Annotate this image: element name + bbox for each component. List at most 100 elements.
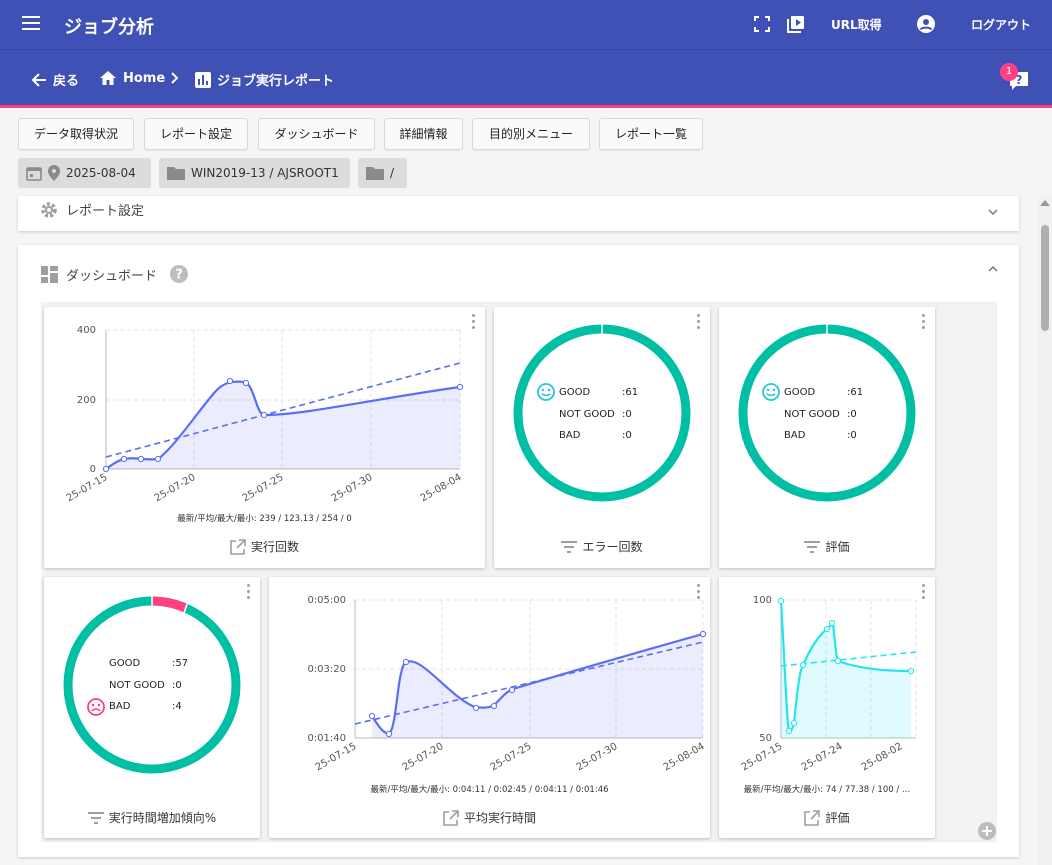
- legend-label: BAD: [784, 430, 806, 441]
- y-tick: 0:01:40: [307, 733, 346, 744]
- legend-label: NOT GOOD: [784, 409, 840, 420]
- y-tick: 100: [753, 595, 772, 606]
- menu-icon[interactable]: [22, 16, 40, 30]
- error-count-card: GOOD :61 NOT GOOD :0 BAD :0 エラー回数: [494, 307, 710, 568]
- evaluation-line-chart: 100 50 25-07-15 25-07-24 25-08-02: [740, 595, 917, 773]
- data-status-button[interactable]: データ取得状況: [18, 118, 134, 150]
- exec-count-title: 実行回数: [250, 540, 299, 554]
- folder-icon: [366, 167, 384, 180]
- open-in-new-icon: [804, 809, 821, 826]
- smile-icon: [762, 383, 780, 401]
- calendar-icon: [26, 167, 42, 181]
- home-icon: [100, 71, 116, 85]
- report-settings-panel[interactable]: レポート設定: [18, 196, 1019, 231]
- evaluation-line-title-row[interactable]: 評価: [719, 809, 935, 826]
- legend-label: GOOD: [784, 387, 816, 398]
- smile-icon: [537, 383, 555, 401]
- bar-chart-icon: [195, 71, 211, 88]
- exec-count-title-row[interactable]: 実行回数: [44, 538, 485, 555]
- open-in-new-icon: [230, 538, 246, 555]
- evaluation-donut-card: GOOD :61 NOT GOOD :0 BAD :0 評価: [719, 307, 935, 568]
- evaluation-donut-title-row[interactable]: 評価: [719, 538, 935, 555]
- notification-badge: 1: [1000, 63, 1018, 81]
- app-title: ジョブ分析: [64, 17, 154, 38]
- folder-value: WIN2019-13 / AJSROOT1: [191, 166, 339, 180]
- report-list-button[interactable]: レポート一覧: [599, 118, 703, 150]
- exec-count-chart: 400 200 0 25-07-15 25-07-20 25-07-25 25-…: [65, 325, 464, 504]
- x-tick: 25-07-15: [314, 741, 359, 773]
- folder-icon: [167, 167, 185, 180]
- x-tick: 25-07-15: [65, 472, 110, 504]
- gear-icon: [41, 201, 57, 218]
- x-tick: 25-07-30: [330, 472, 375, 504]
- avg-exec-time-title-row[interactable]: 平均実行時間: [269, 809, 710, 826]
- y-tick: 50: [759, 733, 772, 744]
- purpose-menu-button[interactable]: 目的別メニュー: [472, 118, 590, 150]
- evaluation-line-card: 100 50 25-07-15 25-07-24 25-08-02 最新/平均/…: [719, 577, 935, 838]
- error-count-title-row[interactable]: エラー回数: [494, 538, 710, 555]
- details-button[interactable]: 詳細情報: [384, 118, 463, 150]
- exec-count-card: 400 200 0 25-07-15 25-07-20 25-07-25 25-…: [44, 307, 485, 568]
- video-library-icon[interactable]: [786, 14, 806, 34]
- scroll-up-icon[interactable]: [1040, 200, 1050, 206]
- folder-chip[interactable]: WIN2019-13 / AJSROOT1: [159, 158, 350, 188]
- legend-value: :61: [847, 387, 864, 398]
- report-settings-title: レポート設定: [66, 204, 145, 219]
- account-icon[interactable]: [916, 14, 936, 34]
- home-link[interactable]: Home: [99, 70, 165, 86]
- report-settings-button[interactable]: レポート設定: [144, 118, 248, 150]
- legend-value: :0: [172, 680, 182, 691]
- evaluation-donut-title: 評価: [825, 540, 850, 554]
- x-tick: 25-07-15: [740, 741, 785, 773]
- legend-label: BAD: [559, 430, 581, 441]
- avg-exec-time-chart: 0:05:00 0:03:20 0:01:40 25-07-15 25-07-2…: [307, 595, 707, 773]
- home-label: Home: [123, 70, 166, 86]
- legend-value: :0: [622, 430, 632, 441]
- filter-list-icon: [561, 540, 578, 553]
- legend-label: NOT GOOD: [109, 680, 165, 691]
- dashboard-button[interactable]: ダッシュボード: [258, 118, 375, 150]
- location-pin-icon: [48, 165, 60, 181]
- exec-count-stats: 最新/平均/最大/最小: 239 / 123.13 / 254 / 0: [177, 514, 352, 524]
- dashboard-title: ダッシュボード: [66, 268, 158, 284]
- url-get-button[interactable]: URL取得: [831, 16, 882, 33]
- legend-label: NOT GOOD: [559, 409, 615, 420]
- legend-label: GOOD: [109, 658, 141, 669]
- expand-less-icon[interactable]: [988, 265, 998, 272]
- expand-more-icon[interactable]: [988, 209, 998, 216]
- date-value: 2025-08-04: [66, 166, 136, 180]
- logout-button[interactable]: ログアウト: [971, 16, 1031, 33]
- y-tick: 200: [77, 395, 96, 406]
- fullscreen-icon[interactable]: [752, 14, 772, 34]
- scrollbar-thumb[interactable]: [1041, 225, 1049, 331]
- legend-label: BAD: [109, 701, 131, 712]
- back-link[interactable]: 戻る: [31, 70, 79, 89]
- current-page: ジョブ実行レポート: [195, 70, 334, 89]
- open-in-new-icon: [443, 809, 459, 826]
- exec-time-trend-card: GOOD :57 NOT GOOD :0 BAD :4 実行時間増加傾向%: [44, 577, 260, 838]
- path-chip[interactable]: /: [358, 158, 407, 188]
- dashboard-panel: ダッシュボード ? 400 200 0 25-07-15 25-07-20 25…: [18, 245, 1019, 857]
- current-page-label: ジョブ実行レポート: [217, 74, 335, 89]
- x-tick: 25-08-04: [662, 741, 707, 773]
- y-tick: 400: [77, 325, 96, 336]
- breadcrumb: 戻る Home ジョブ実行レポート ? 1: [0, 49, 1052, 108]
- avg-exec-time-title: 平均実行時間: [463, 811, 536, 825]
- y-tick: 0:05:00: [307, 595, 346, 606]
- back-label: 戻る: [53, 74, 80, 89]
- x-tick: 25-07-25: [241, 472, 286, 504]
- arrow-back-icon: [31, 72, 46, 87]
- y-tick: 0:03:20: [307, 664, 346, 675]
- exec-time-trend-title-row[interactable]: 実行時間増加傾向%: [44, 809, 260, 826]
- date-chip[interactable]: 2025-08-04: [18, 158, 151, 188]
- x-tick: 25-07-20: [401, 741, 446, 773]
- x-tick: 25-07-25: [489, 741, 534, 773]
- help-icon[interactable]: ?: [169, 264, 189, 284]
- legend-value: :0: [847, 409, 857, 420]
- legend-value: :57: [172, 658, 189, 669]
- evaluation-line-title: 評価: [825, 811, 850, 825]
- avg-exec-time-card: 0:05:00 0:03:20 0:01:40 25-07-15 25-07-2…: [269, 577, 710, 838]
- add-widget-icon[interactable]: [977, 821, 997, 841]
- report-settings-header: レポート設定: [40, 200, 144, 219]
- filter-list-icon: [804, 540, 821, 553]
